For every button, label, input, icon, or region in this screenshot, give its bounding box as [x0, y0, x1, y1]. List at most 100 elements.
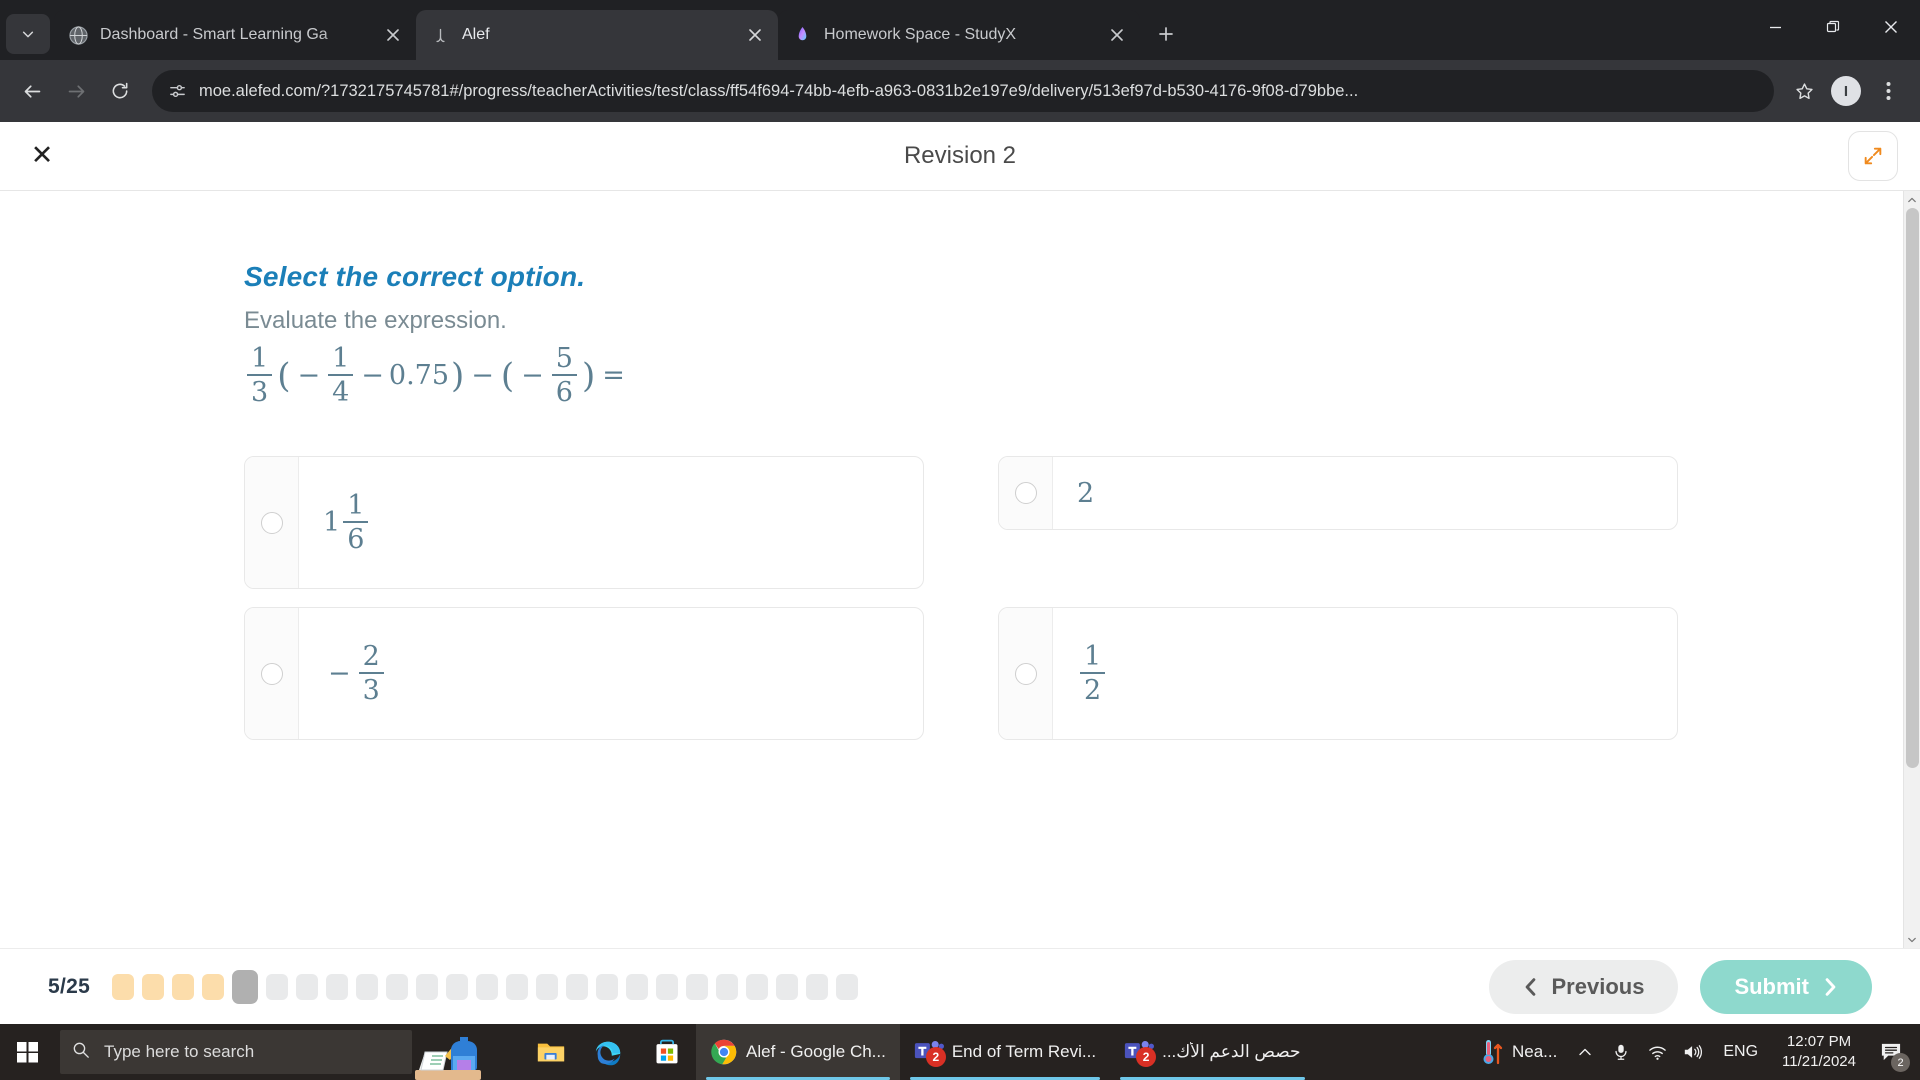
- question-pill-14[interactable]: [506, 973, 529, 1000]
- question-pill-25[interactable]: [836, 973, 859, 1000]
- tray-clock[interactable]: 12:07 PM 11/21/2024: [1770, 1032, 1868, 1073]
- answer-option-b[interactable]: 2: [998, 456, 1678, 530]
- site-settings-icon[interactable]: [168, 82, 187, 101]
- question-pill-1[interactable]: [112, 973, 135, 1000]
- tab-close-button[interactable]: [1104, 22, 1130, 48]
- bookmark-button[interactable]: [1784, 71, 1824, 111]
- tray-volume-button[interactable]: [1675, 1024, 1711, 1080]
- previous-button[interactable]: Previous: [1488, 959, 1679, 1014]
- question-pill-11[interactable]: [416, 973, 439, 1000]
- tray-show-hidden-button[interactable]: [1567, 1024, 1603, 1080]
- radio-button-b[interactable]: [1014, 482, 1037, 504]
- reload-button[interactable]: [100, 71, 140, 111]
- tray-network-button[interactable]: [1639, 1024, 1675, 1080]
- question-pill-5[interactable]: [232, 969, 259, 1004]
- taskbar-microsoft-store[interactable]: [638, 1024, 696, 1080]
- tray-microphone-button[interactable]: [1603, 1024, 1639, 1080]
- back-button[interactable]: [12, 71, 52, 111]
- chevron-left-icon: [1525, 977, 1535, 996]
- address-bar[interactable]: moe.alefed.com/?1732175745781#/progress/…: [152, 70, 1774, 112]
- question-pill-15[interactable]: [536, 973, 559, 1000]
- tray-weather-widget[interactable]: Nea...: [1472, 1037, 1567, 1067]
- question-pill-10[interactable]: [386, 973, 409, 1000]
- question-pill-19[interactable]: [656, 973, 679, 1000]
- browser-menu-button[interactable]: [1868, 71, 1908, 111]
- tab-close-button[interactable]: [380, 22, 406, 48]
- radio-button-a[interactable]: [260, 511, 283, 534]
- scroll-up-arrow[interactable]: [1904, 191, 1920, 208]
- question-pill-6[interactable]: [266, 973, 289, 1000]
- star-icon: [1795, 82, 1813, 99]
- tray-notifications-button[interactable]: 2: [1868, 1024, 1914, 1080]
- answer-option-c[interactable]: − 2 3: [244, 607, 924, 740]
- taskbar-file-explorer[interactable]: [522, 1024, 580, 1080]
- answer-radio-cell-a[interactable]: [245, 457, 299, 588]
- question-pill-7[interactable]: [296, 973, 319, 1000]
- browser-tab-alef[interactable]: Alef: [416, 10, 778, 60]
- taskbar-education-widget[interactable]: [395, 1024, 505, 1080]
- scrollbar-thumb[interactable]: [1906, 208, 1919, 768]
- taskbar-task-teams-arabic[interactable]: 2 حصص الدعم الأك...: [1110, 1024, 1314, 1080]
- answer-radio-cell-c[interactable]: [245, 608, 299, 739]
- forward-button[interactable]: [56, 71, 96, 111]
- answer-option-a[interactable]: 1 1 6: [244, 456, 924, 589]
- window-close-button[interactable]: [1862, 0, 1920, 54]
- question-pill-23[interactable]: [776, 973, 799, 1000]
- chevron-down-icon: [1908, 937, 1916, 942]
- question-pill-4[interactable]: [202, 973, 225, 1000]
- mixed-number-a: 1 1 6: [323, 492, 371, 553]
- chevron-up-icon: [1579, 1048, 1592, 1056]
- question-pill-21[interactable]: [716, 973, 739, 1000]
- tab-close-button[interactable]: [742, 22, 768, 48]
- microsoft-store-icon: [656, 1039, 678, 1064]
- question-pill-9[interactable]: [356, 973, 379, 1000]
- taskbar-pinned-apps: [522, 1024, 696, 1080]
- studyx-icon: [792, 25, 812, 45]
- tab-search-button[interactable]: [6, 14, 50, 54]
- browser-tab-dashboard[interactable]: Dashboard - Smart Learning Ga: [54, 10, 416, 60]
- question-pill-12[interactable]: [446, 973, 469, 1000]
- question-pill-16[interactable]: [566, 973, 589, 1000]
- start-button[interactable]: [0, 1024, 56, 1080]
- answer-option-d[interactable]: 1 2: [998, 607, 1678, 740]
- question-pill-22[interactable]: [746, 973, 769, 1000]
- chevron-up-icon: [1908, 197, 1916, 202]
- scroll-down-arrow[interactable]: [1904, 931, 1920, 948]
- taskbar-search-box[interactable]: Type here to search: [60, 1030, 412, 1074]
- radio-button-c[interactable]: [260, 662, 283, 685]
- question-pill-17[interactable]: [596, 973, 619, 1000]
- taskbar-microsoft-edge[interactable]: [580, 1024, 638, 1080]
- maximize-button[interactable]: [1804, 0, 1862, 54]
- file-explorer-icon: [537, 1043, 565, 1062]
- activity-close-button[interactable]: ✕: [22, 136, 62, 176]
- taskbar-task-teams-revision[interactable]: 2 End of Term Revi...: [900, 1024, 1110, 1080]
- profile-button[interactable]: I: [1826, 71, 1866, 111]
- whole-part: 1: [323, 507, 341, 538]
- question-pill-20[interactable]: [686, 973, 709, 1000]
- fullscreen-button[interactable]: [1848, 130, 1898, 181]
- activity-footer: 5/25 Previous Submit: [0, 948, 1920, 1024]
- minimize-button[interactable]: [1746, 0, 1804, 54]
- answer-radio-cell-d[interactable]: [999, 608, 1053, 739]
- question-pill-2[interactable]: [142, 973, 165, 1000]
- globe-icon: [68, 25, 88, 45]
- question-pill-3[interactable]: [172, 973, 195, 1000]
- answer-radio-cell-b[interactable]: [999, 457, 1053, 529]
- new-tab-button[interactable]: [1146, 14, 1186, 54]
- tab-title: Alef: [462, 26, 490, 43]
- search-icon: [72, 1041, 90, 1064]
- question-pill-18[interactable]: [626, 973, 649, 1000]
- question-pill-8[interactable]: [326, 973, 349, 1000]
- vertical-scrollbar[interactable]: [1903, 191, 1920, 948]
- browser-tab-studyx[interactable]: Homework Space - StudyX: [778, 10, 1140, 60]
- tray-language-indicator[interactable]: ENG: [1711, 1043, 1770, 1061]
- minimize-icon: [1769, 26, 1781, 28]
- fraction-one-third: 1 3: [247, 345, 273, 406]
- taskbar-task-chrome[interactable]: Alef - Google Ch...: [696, 1024, 900, 1080]
- question-pill-24[interactable]: [806, 973, 829, 1000]
- teams-icon-wrap: 2: [1124, 1038, 1157, 1067]
- question-pill-13[interactable]: [476, 973, 499, 1000]
- minus-sign-1: −: [297, 360, 321, 391]
- submit-button[interactable]: Submit: [1700, 959, 1872, 1014]
- radio-button-d[interactable]: [1014, 662, 1037, 685]
